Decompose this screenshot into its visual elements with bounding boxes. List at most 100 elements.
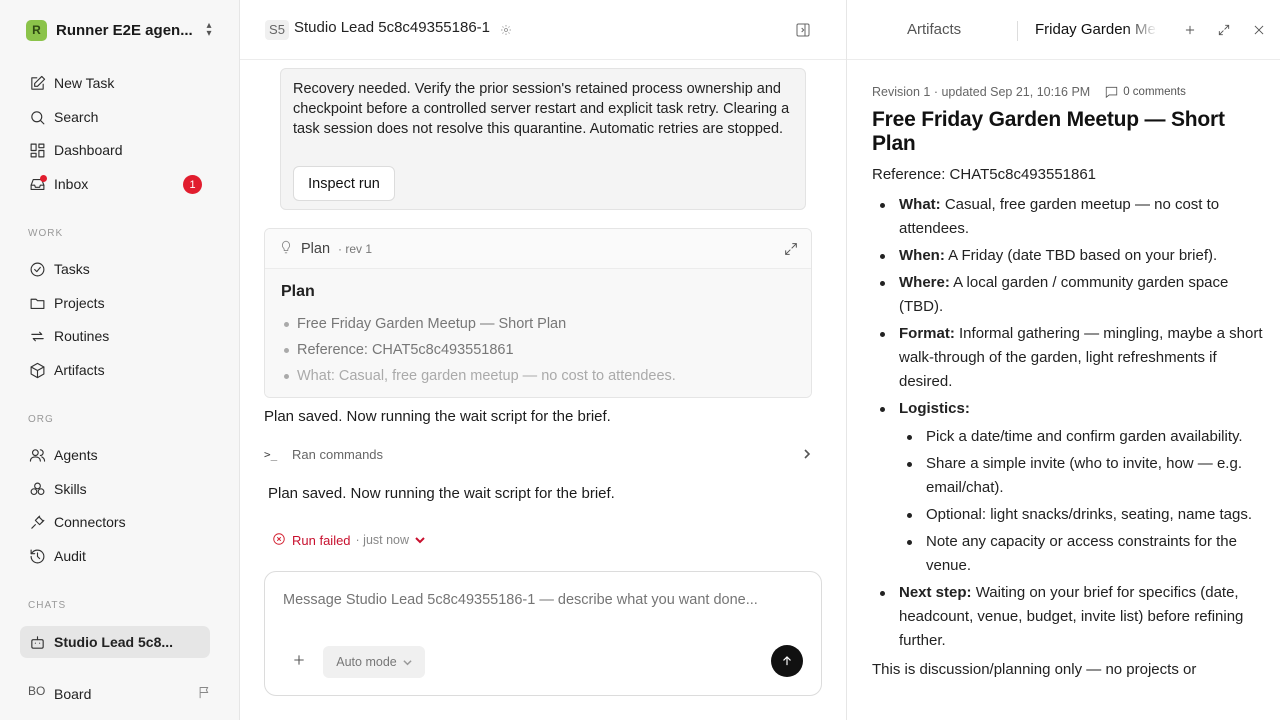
workspace-switcher[interactable]: R Runner E2E agen... ▴ ▾: [26, 19, 216, 41]
logistics-list: Pick a date/time and confirm garden avai…: [899, 425, 1272, 578]
tab-friday-garden-meetup[interactable]: Friday Garden Meetup: [1035, 21, 1157, 38]
ran-commands-label: Ran commands: [292, 446, 384, 462]
chat-header: S5 Studio Lead 5c8c49355186-1: [240, 0, 846, 60]
nav-dashboard[interactable]: Dashboard: [20, 135, 210, 165]
skills-icon: [28, 480, 46, 498]
assistant-message: Plan saved. Now running the wait script …: [264, 408, 611, 425]
users-icon: [28, 446, 46, 464]
plan-heading: Plan: [281, 283, 315, 300]
nav-artifacts[interactable]: Artifacts: [20, 355, 210, 385]
nav-projects[interactable]: Projects: [20, 288, 210, 318]
section-label-chats: CHATS: [28, 600, 67, 611]
plan-preview: Plan Free Friday Garden Meetup — Short P…: [265, 269, 811, 397]
mode-select[interactable]: Auto mode: [323, 646, 425, 678]
bullet-format: Format: Informal gathering — mingling, m…: [872, 322, 1272, 394]
nav-label: New Task: [54, 75, 115, 91]
close-icon[interactable]: [1252, 23, 1266, 37]
nav-label: Tasks: [54, 261, 90, 277]
nav-tasks[interactable]: Tasks: [20, 254, 210, 284]
maximize-icon[interactable]: [1217, 23, 1231, 37]
nav-search[interactable]: Search: [20, 102, 210, 132]
nav-label: Inbox: [54, 176, 89, 192]
repeat-icon: [28, 327, 46, 345]
check-circle-icon: [28, 260, 46, 278]
message-composer: Auto mode: [264, 571, 822, 696]
bullet-what: What: Casual, free garden meetup — no co…: [872, 193, 1272, 241]
nav-label: Connectors: [54, 514, 126, 530]
bullet-label: What:: [899, 196, 941, 213]
nav-agents[interactable]: Agents: [20, 440, 210, 470]
artifact-document: Revision 1 · updated Sep 21, 10:16 PM 0 …: [872, 82, 1272, 678]
send-button[interactable]: [771, 645, 803, 677]
plan-item: Free Friday Garden Meetup — Short Plan: [281, 311, 795, 337]
nav-audit[interactable]: Audit: [20, 541, 210, 571]
avatar: BO: [28, 684, 46, 698]
nav-label: Agents: [54, 447, 98, 463]
plan-revision: · rev 1: [338, 241, 373, 256]
run-status[interactable]: Run failed · just now: [272, 530, 425, 550]
nav-label: Skills: [54, 481, 87, 497]
revision-info: Revision 1 · updated Sep 21, 10:16 PM: [872, 85, 1091, 99]
inspect-run-button[interactable]: Inspect run: [293, 166, 395, 201]
comments-count[interactable]: 0 comments: [1123, 86, 1186, 98]
bullet-text: Casual, free garden meetup — no cost to …: [899, 196, 1220, 237]
cube-icon: [28, 361, 46, 379]
document-footer-text: This is discussion/planning only — no pr…: [872, 661, 1197, 678]
section-label-work: WORK: [28, 228, 64, 239]
bullet-when: When: A Friday (date TBD based on your b…: [872, 244, 1272, 268]
chevron-right-icon: [802, 447, 812, 462]
bullet-label: Logistics:: [899, 400, 970, 417]
logistics-item: Pick a date/time and confirm garden avai…: [899, 425, 1272, 449]
message-input[interactable]: [283, 592, 783, 608]
plan-bullets: What: Casual, free garden meetup — no co…: [872, 193, 1272, 653]
logistics-item: Note any capacity or access constraints …: [899, 530, 1272, 578]
edit-icon: [28, 74, 46, 92]
chevron-down-icon: [403, 659, 412, 665]
search-icon: [28, 108, 46, 126]
comment-icon[interactable]: [1104, 85, 1119, 99]
inbox-count-badge: 1: [183, 175, 202, 194]
mode-label: Auto mode: [336, 655, 397, 669]
chevron-updown-icon: ▴ ▾: [206, 20, 212, 39]
run-failed-label: Run failed: [292, 532, 351, 548]
chat-label: Studio Lead 5c8...: [54, 634, 174, 650]
expand-icon[interactable]: [783, 241, 799, 257]
history-icon: [28, 547, 46, 565]
lightbulb-icon: [279, 239, 293, 258]
nav-skills[interactable]: Skills: [20, 474, 210, 504]
document-title: Free Friday Garden Meetup — Short Plan: [872, 108, 1225, 155]
artifact-tabs: Artifacts Friday Garden Meetup: [847, 0, 1280, 60]
plan-card: Plan · rev 1 Plan Free Friday Garden Mee…: [264, 228, 812, 398]
nav-label: Dashboard: [54, 142, 123, 158]
plan-label: Plan: [301, 240, 331, 257]
logistics-item: Share a simple invite (who to invite, ho…: [899, 452, 1272, 500]
plus-icon[interactable]: [291, 652, 307, 668]
nav-inbox[interactable]: Inbox 1: [20, 169, 210, 199]
arrow-up-icon: [783, 656, 791, 666]
gear-icon[interactable]: [500, 23, 512, 35]
nav-connectors[interactable]: Connectors: [20, 507, 210, 537]
chat-item-studio-lead[interactable]: Studio Lead 5c8...: [20, 626, 210, 658]
section-label-org: ORG: [28, 414, 54, 425]
plus-icon[interactable]: [1183, 23, 1197, 37]
nav-routines[interactable]: Routines: [20, 321, 210, 351]
nav-label: Artifacts: [54, 362, 105, 378]
nav-label: Projects: [54, 295, 105, 311]
artifact-panel: Artifacts Friday Garden Meetup Revision …: [846, 0, 1280, 720]
tab-artifacts[interactable]: Artifacts: [907, 21, 961, 38]
bullet-logistics: Logistics: Pick a date/time and confirm …: [872, 397, 1272, 578]
logistics-item: Optional: light snacks/drinks, seating, …: [899, 503, 1272, 527]
unread-dot: [40, 175, 47, 182]
panel-toggle-icon[interactable]: [795, 22, 811, 38]
bullet-label: Format:: [899, 325, 955, 342]
user-menu[interactable]: BO Board: [28, 683, 212, 705]
nav-label: Audit: [54, 548, 86, 564]
ran-commands-toggle[interactable]: >_ Ran commands: [264, 444, 812, 464]
tab-divider: [1017, 21, 1018, 41]
plan-item: What: Casual, free garden meetup — no co…: [281, 363, 795, 389]
bullet-label: Next step:: [899, 584, 972, 601]
error-circle-icon: [272, 532, 286, 549]
flag-icon[interactable]: [197, 685, 212, 703]
nav-new-task[interactable]: New Task: [20, 68, 210, 98]
user-name: Board: [54, 686, 92, 702]
